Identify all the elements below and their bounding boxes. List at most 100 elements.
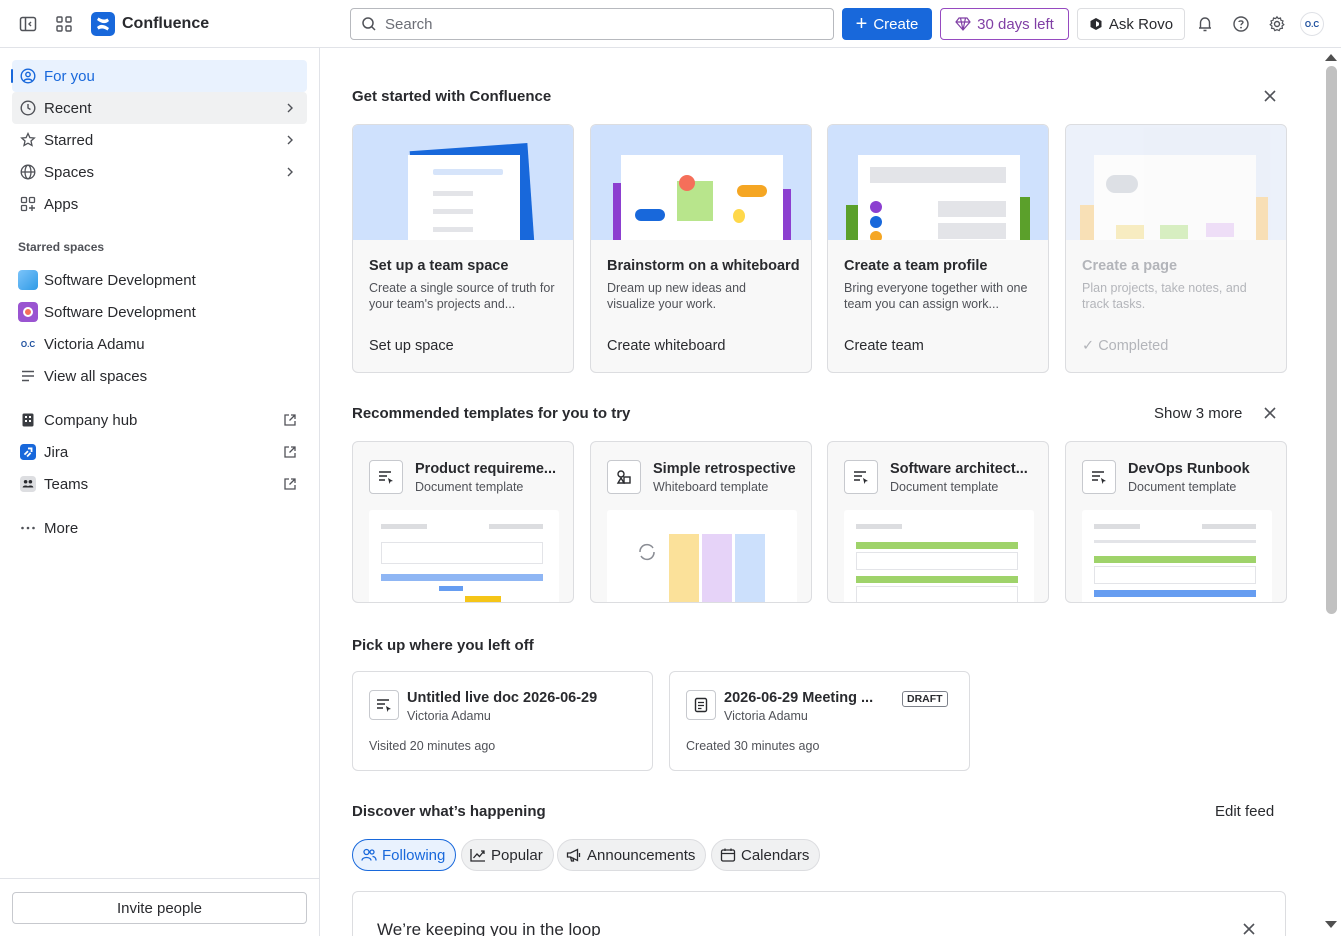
sidebar-item-for-you[interactable]: For you (11, 60, 307, 92)
feed-card: We’re keeping you in the loop (352, 891, 1286, 936)
chevron-right-icon[interactable] (283, 101, 297, 115)
sidebar-item-label: Spaces (44, 163, 95, 181)
scrollbar-thumb[interactable] (1326, 66, 1337, 614)
card-create-page[interactable]: Create a page Plan projects, take notes,… (1065, 124, 1287, 373)
card-title: Create a page (1082, 258, 1178, 274)
document-template-icon (844, 460, 878, 494)
app-name[interactable]: Confluence (122, 15, 209, 33)
create-whiteboard-link[interactable]: Create whiteboard (607, 338, 726, 354)
sidebar-link-teams[interactable]: Teams (12, 468, 307, 500)
sidebar-item-recent[interactable]: Recent (12, 92, 307, 124)
notifications-bell-icon[interactable] (1193, 12, 1217, 36)
sidebar-link-company-hub[interactable]: Company hub (12, 404, 307, 436)
template-card-product-requirements[interactable]: Product requireme... Document template (352, 441, 574, 603)
sidebar-link-jira[interactable]: Jira (12, 436, 307, 468)
close-icon[interactable] (1241, 921, 1257, 936)
template-card-software-architecture[interactable]: Software architect... Document template (827, 441, 1049, 603)
ask-rovo-button[interactable]: Ask Rovo (1077, 8, 1185, 40)
sidebar-view-all-spaces[interactable]: View all spaces (12, 360, 307, 392)
recent-title: 2026-06-29 Meeting ... (724, 690, 874, 706)
chip-label: Popular (491, 846, 543, 864)
set-up-space-link[interactable]: Set up space (369, 338, 454, 354)
recent-title: Untitled live doc 2026-06-29 (407, 690, 598, 706)
get-started-heading: Get started with Confluence (352, 88, 552, 105)
template-card-devops-runbook[interactable]: DevOps Runbook Document template (1065, 441, 1287, 603)
close-icon[interactable] (1262, 88, 1278, 104)
link-label: Jira (44, 443, 69, 461)
recent-card-untitled-live-doc[interactable]: Untitled live doc 2026-06-29 Victoria Ad… (352, 671, 653, 771)
sidebar-toggle-icon[interactable] (16, 12, 40, 36)
draft-badge: DRAFT (902, 691, 948, 707)
scroll-down-arrow-icon[interactable] (1324, 920, 1338, 930)
recent-author: Victoria Adamu (724, 709, 808, 723)
space-label: Software Development (44, 303, 196, 321)
sidebar-space-software-development-1[interactable]: Software Development (12, 264, 307, 296)
template-card-simple-retrospective[interactable]: Simple retrospective Whiteboard template (590, 441, 812, 603)
rovo-icon (1090, 18, 1102, 30)
more-dots-icon (20, 520, 36, 536)
space-label: Victoria Adamu (44, 335, 145, 353)
sidebar-item-spaces[interactable]: Spaces (12, 156, 307, 188)
invite-people-button[interactable]: Invite people (12, 892, 307, 924)
recent-time: Created 30 minutes ago (686, 739, 820, 753)
card-brainstorm-whiteboard[interactable]: Brainstorm on a whiteboard Dream up new … (590, 124, 812, 373)
clock-icon (20, 100, 36, 116)
recent-time: Visited 20 minutes ago (369, 739, 496, 753)
app-switcher-icon[interactable] (52, 12, 76, 36)
create-page-illustration (1066, 125, 1286, 240)
whiteboard-illustration (591, 125, 811, 240)
sidebar-item-apps[interactable]: Apps (12, 188, 307, 220)
megaphone-icon (566, 848, 581, 862)
tab-calendars[interactable]: Calendars (711, 839, 821, 871)
edit-feed-button[interactable]: Edit feed (1215, 803, 1274, 820)
page-icon (686, 690, 716, 720)
document-template-icon (1082, 460, 1116, 494)
show-more-templates-button[interactable]: Show 3 more (1154, 405, 1242, 422)
completed-status: ✓ Completed (1082, 338, 1168, 354)
search-input[interactable] (385, 15, 805, 33)
space-avatar-icon: O.C (20, 339, 36, 349)
chip-label: Announcements (587, 846, 696, 864)
template-preview (607, 510, 797, 602)
recent-card-meeting-notes[interactable]: 2026-06-29 Meeting ... DRAFT Victoria Ad… (669, 671, 970, 771)
calendar-icon (720, 848, 736, 862)
scroll-up-arrow-icon[interactable] (1324, 52, 1338, 62)
create-button[interactable]: + Create (842, 8, 932, 40)
trial-button[interactable]: 30 days left (940, 8, 1069, 40)
card-set-up-team-space[interactable]: Set up a team space Create a single sour… (352, 124, 574, 373)
sidebar-item-starred[interactable]: Starred (12, 124, 307, 156)
plus-icon: + (855, 13, 868, 35)
sidebar-more[interactable]: More (12, 512, 307, 544)
team-profile-illustration (828, 125, 1048, 240)
card-description: Create a single source of truth for your… (369, 281, 555, 311)
link-label: Company hub (44, 411, 138, 429)
sidebar-space-software-development-2[interactable]: Software Development (12, 296, 307, 328)
card-create-team-profile[interactable]: Create a team profile Bring everyone tog… (827, 124, 1049, 373)
create-team-link[interactable]: Create team (844, 338, 924, 354)
sidebar-space-victoria-adamu[interactable]: O.C Victoria Adamu (12, 328, 307, 360)
template-type: Document template (1128, 480, 1237, 494)
card-title: Brainstorm on a whiteboard (607, 258, 800, 274)
sidebar-item-label: Apps (44, 195, 79, 213)
profile-avatar[interactable]: O.C (1300, 12, 1324, 36)
star-icon (20, 132, 36, 148)
confluence-logo[interactable] (91, 12, 115, 36)
recent-heading: Pick up where you left off (352, 637, 534, 654)
tab-following[interactable]: Following (352, 839, 457, 871)
link-label: Teams (44, 475, 89, 493)
template-preview (1082, 510, 1272, 602)
chevron-right-icon[interactable] (283, 133, 297, 147)
trial-label: 30 days left (977, 15, 1054, 33)
tab-popular[interactable]: Popular (461, 839, 554, 871)
close-icon[interactable] (1262, 405, 1278, 421)
chevron-right-icon[interactable] (283, 165, 297, 179)
user-circle-icon (20, 68, 36, 84)
settings-gear-icon[interactable] (1265, 12, 1289, 36)
tab-announcements[interactable]: Announcements (557, 839, 707, 871)
apps-icon (20, 196, 36, 212)
search-box[interactable] (350, 8, 834, 40)
external-link-icon (284, 414, 296, 426)
page-scrollbar[interactable] (1322, 48, 1341, 936)
sidebar-item-label: Starred (44, 131, 94, 149)
help-icon[interactable] (1229, 12, 1253, 36)
